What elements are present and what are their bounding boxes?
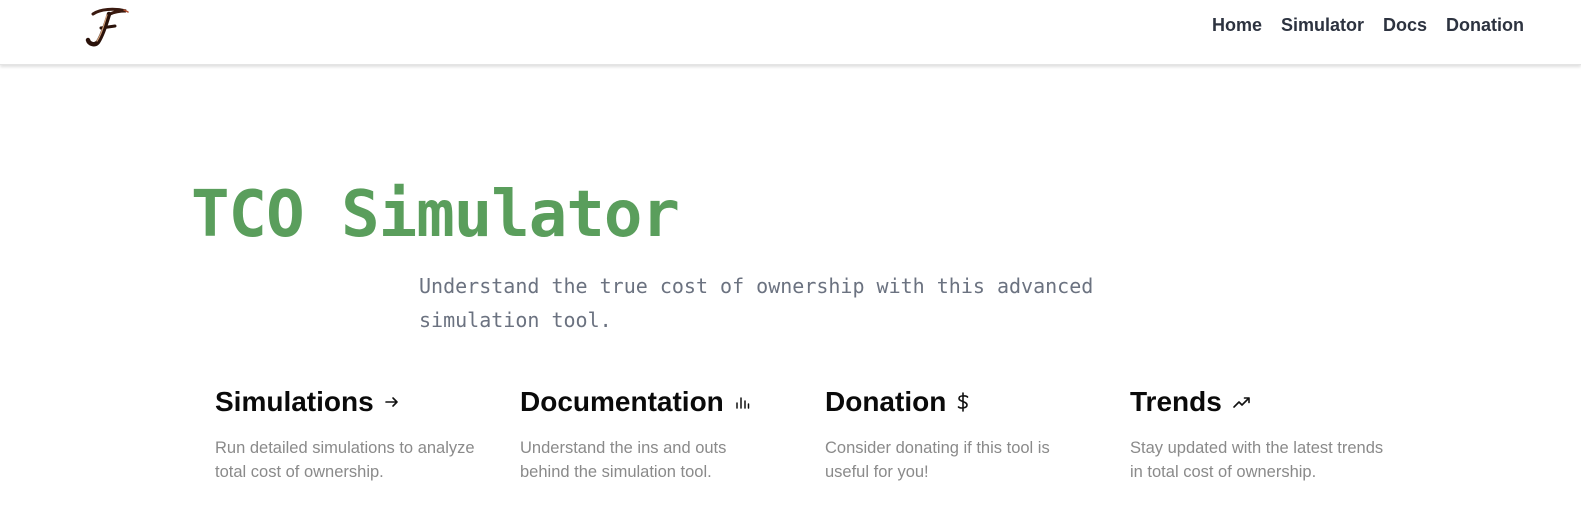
feature-trends: Trends Stay updated with the latest tren… [1130,384,1390,484]
feature-documentation: Documentation Understand the ins and out… [520,384,780,484]
feature-trends-link[interactable]: Trends [1130,384,1390,420]
hero-title: TCO Simulator [191,178,680,252]
feature-donation: Donation Consider donating if this tool … [825,384,1085,484]
feature-title: Donation [825,386,947,417]
feature-donation-link[interactable]: Donation [825,384,1085,420]
feature-title: Trends [1130,386,1222,417]
feature-title: Simulations [215,386,374,417]
nav-home-link[interactable]: Home [1212,14,1262,36]
feature-description: Consider donating if this tool is useful… [825,439,1050,481]
arrow-right-icon [384,394,400,410]
hero-subtitle: Understand the true cost of ownership wi… [419,274,1094,332]
top-navbar: Home Simulator Docs Donation [0,0,1581,65]
feature-description: Run detailed simulations to analyze tota… [215,439,475,481]
main-nav: Home Simulator Docs Donation [1212,14,1524,36]
feature-description: Stay updated with the latest trends in t… [1130,439,1384,481]
feature-simulations-link[interactable]: Simulations [215,384,475,420]
bar-chart-icon [734,394,750,410]
feature-documentation-link[interactable]: Documentation [520,384,780,420]
logo-icon [85,7,129,47]
nav-simulator-link[interactable]: Simulator [1281,14,1364,36]
logo[interactable] [80,6,132,48]
nav-docs-link[interactable]: Docs [1383,14,1427,36]
dollar-icon [956,392,970,412]
trending-up-icon [1232,394,1252,410]
feature-title: Documentation [520,386,724,417]
nav-donation-link[interactable]: Donation [1446,14,1524,36]
feature-description: Understand the ins and outs behind the s… [520,439,727,481]
feature-simulations: Simulations Run detailed simulations to … [215,384,475,484]
